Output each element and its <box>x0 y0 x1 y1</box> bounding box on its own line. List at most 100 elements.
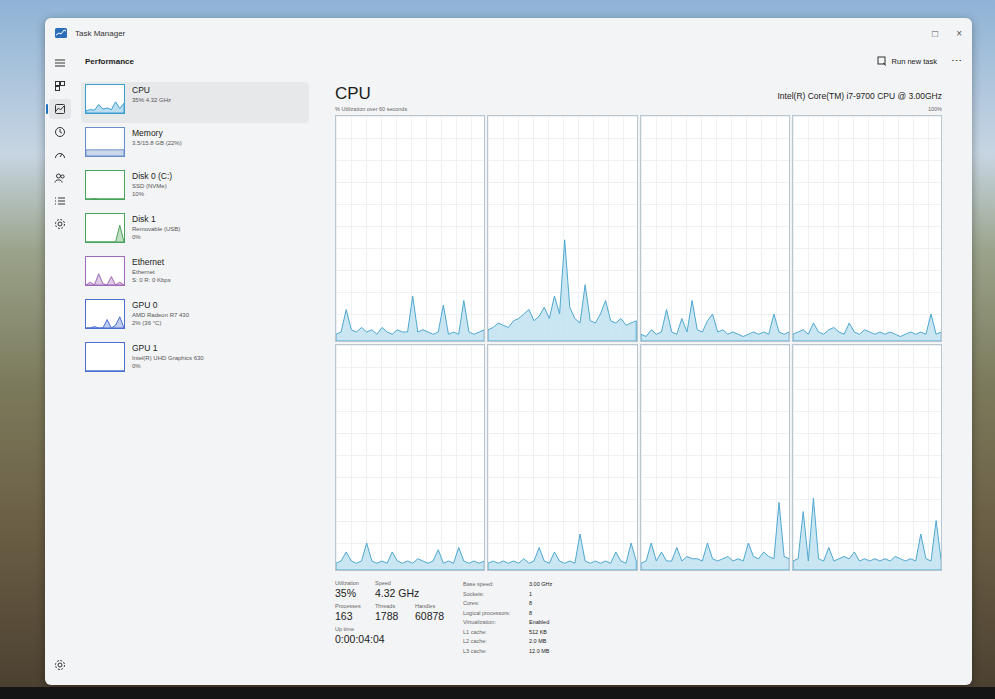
resource-thumbnail <box>85 256 125 286</box>
resource-title: Ethernet <box>132 257 171 268</box>
detail-value: 8 <box>529 609 552 618</box>
detail-value: 8 <box>529 599 552 608</box>
run-new-task-button[interactable]: Run new task <box>877 56 937 66</box>
stat-value: 163 <box>335 610 369 623</box>
resource-detail: 3.5/15.8 GB (22%) <box>132 139 182 147</box>
resource-thumbnail <box>85 127 125 157</box>
stat-value: 0:00:04:04 <box>335 633 385 646</box>
resource-detail: 0% <box>132 233 180 241</box>
resource-item[interactable]: GPU 0AMD Radeon R7 4302% (36 °C) <box>81 297 309 338</box>
resource-detail: Ethernet <box>132 268 171 276</box>
resource-title: CPU <box>132 85 171 96</box>
title-bar: Task Manager□× <box>45 18 972 48</box>
stat-label: Utilization <box>335 580 369 587</box>
resource-text: GPU 1Intel(R) UHD Graphics 6300% <box>132 342 204 370</box>
core-graph <box>335 115 485 342</box>
stat-value: 60878 <box>415 610 449 623</box>
resource-list: CPU35% 4.32 GHzMemory3.5/15.8 GB (22%)Di… <box>75 74 313 685</box>
detail-label: L2 cache: <box>463 637 525 646</box>
window-controls: □× <box>932 28 962 39</box>
core-graph <box>335 344 485 571</box>
core-graphs <box>335 115 942 571</box>
stat: Threads1788 <box>375 603 409 623</box>
resource-item[interactable]: Disk 1Removable (USB)0% <box>81 211 309 252</box>
resource-item[interactable]: CPU35% 4.32 GHz <box>81 82 309 123</box>
run-task-icon <box>877 56 887 66</box>
core-area <box>336 345 484 570</box>
services-nav-item[interactable] <box>49 214 71 234</box>
app-history-icon <box>54 126 66 138</box>
resource-thumbnail <box>85 170 125 200</box>
stat-value: 1788 <box>375 610 409 623</box>
detail-label: L3 cache: <box>463 647 525 656</box>
core-area <box>336 116 484 341</box>
cpu-stats: Utilization35%Speed4.32 GHz Processes163 T… <box>335 580 942 655</box>
menu-nav-item[interactable] <box>49 53 71 73</box>
resource-text: EthernetEthernetS: 0 R: 0 Kbps <box>132 256 171 284</box>
core-area <box>793 345 941 570</box>
core-graph <box>792 344 942 571</box>
core-area <box>488 345 636 570</box>
resource-detail: Intel(R) UHD Graphics 630 <box>132 354 204 362</box>
resource-detail: S: 0 R: 0 Kbps <box>132 276 171 284</box>
stat-row: Utilization35%Speed4.32 GHz <box>335 580 445 600</box>
resource-detail: Removable (USB) <box>132 225 180 233</box>
axis-max: 100% <box>928 106 942 114</box>
performance-icon <box>54 103 66 115</box>
run-new-task-label: Run new task <box>892 57 937 66</box>
resource-item[interactable]: EthernetEthernetS: 0 R: 0 Kbps <box>81 254 309 295</box>
resource-thumbnail <box>85 299 125 329</box>
task-manager-icon <box>55 28 67 38</box>
detail-label: Base speed: <box>463 580 525 589</box>
settings-button[interactable] <box>49 655 71 675</box>
more-button[interactable]: ⋯ <box>951 55 962 68</box>
detail-value: 512 KB <box>529 628 552 637</box>
window-control[interactable]: □ <box>932 28 938 39</box>
core-area <box>488 116 636 341</box>
core-graph <box>792 115 942 342</box>
detail-label: Cores: <box>463 599 525 608</box>
detail-label: Virtualization: <box>463 618 525 627</box>
resource-item[interactable]: GPU 1Intel(R) UHD Graphics 6300% <box>81 340 309 381</box>
stat-label: Handles <box>415 603 449 610</box>
details-nav-item[interactable] <box>49 191 71 211</box>
core-graph <box>487 344 637 571</box>
services-icon <box>54 218 66 230</box>
window-control[interactable]: × <box>956 28 962 39</box>
detail-label: Sockets: <box>463 590 525 599</box>
core-area <box>793 116 941 341</box>
resource-title: Disk 1 <box>132 214 180 225</box>
task-manager-window: Task Manager□×PerformanceRun new task⋯CP… <box>45 18 972 685</box>
resource-title: Memory <box>132 128 182 139</box>
detail-value: 1 <box>529 590 552 599</box>
core-area <box>641 116 789 341</box>
monitor-bezel <box>0 687 995 699</box>
header-actions: Run new task ⋯ <box>877 55 962 68</box>
resource-title: GPU 1 <box>132 343 204 354</box>
core-graph <box>640 115 790 342</box>
resource-detail: 35% 4.32 GHz <box>132 96 171 104</box>
resource-detail: 2% (36 °C) <box>132 319 189 327</box>
resource-item[interactable]: Memory3.5/15.8 GB (22%) <box>81 125 309 166</box>
core-area <box>641 345 789 570</box>
resource-title: Disk 0 (C:) <box>132 171 172 182</box>
performance-nav-item[interactable] <box>49 99 71 119</box>
resource-item[interactable]: Disk 0 (C:)SSD (NVMe)10% <box>81 168 309 209</box>
desktop: Task Manager□×PerformanceRun new task⋯CP… <box>0 0 995 699</box>
app-history-nav-item[interactable] <box>49 122 71 142</box>
detail-value: Enabled <box>529 618 552 627</box>
page-title: Performance <box>85 57 134 66</box>
detail-value: 2.0 MB <box>529 637 552 646</box>
axis-labels: % Utilization over 60 seconds100% <box>335 106 942 114</box>
startup-nav-item[interactable] <box>49 145 71 165</box>
users-nav-item[interactable] <box>49 168 71 188</box>
resource-detail: AMD Radeon R7 430 <box>132 311 189 319</box>
users-icon <box>54 172 66 184</box>
resource-title: GPU 0 <box>132 300 189 311</box>
stat: Processes163 <box>335 603 369 623</box>
processes-nav-item[interactable] <box>49 76 71 96</box>
live-stats: Utilization35%Speed4.32 GHz Processes163 T… <box>335 580 445 655</box>
cpu-header: CPUIntel(R) Core(TM) i7-9700 CPU @ 3.00G… <box>335 84 942 106</box>
stat: Utilization35% <box>335 580 369 600</box>
window-body: PerformanceRun new task⋯CPU35% 4.32 GHzM… <box>45 48 972 685</box>
